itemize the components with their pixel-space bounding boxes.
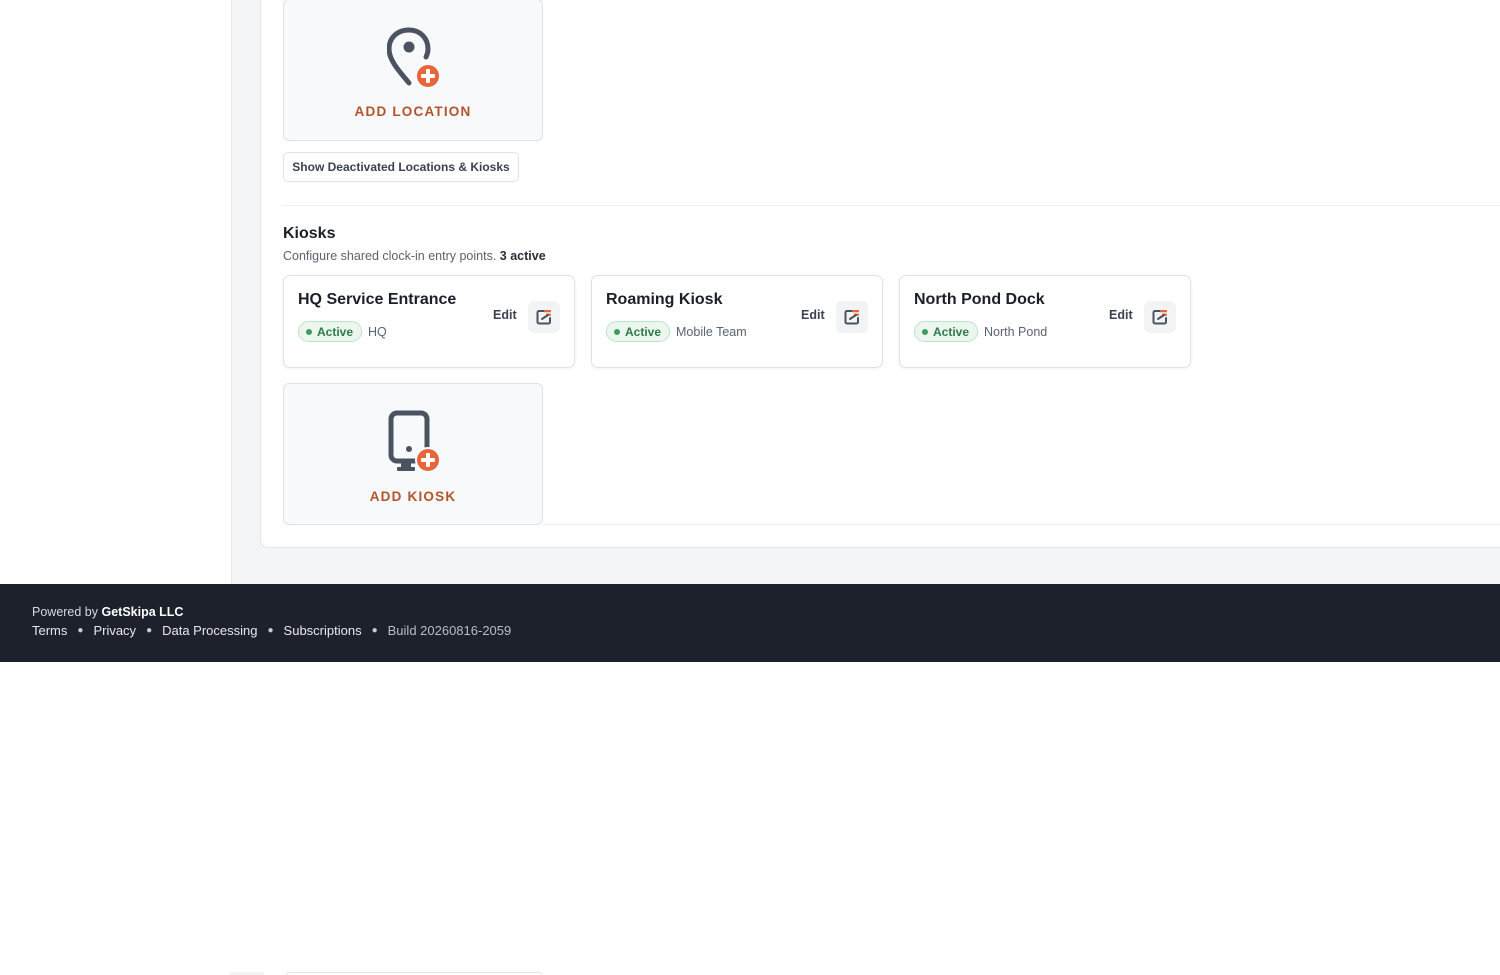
footer-links: Terms ● Privacy ● Data Processing ● Subs… [32, 623, 511, 638]
kiosk-card: North Pond Dock Active North Pond Edit [899, 275, 1191, 368]
kiosk-location: North Pond [984, 325, 1048, 339]
open-kiosk-button[interactable] [836, 301, 868, 333]
tablet-plus-icon [388, 410, 441, 473]
bullet-separator: ● [267, 625, 274, 636]
kiosk-location: HQ [368, 325, 387, 339]
show-deactivated-button[interactable]: Show Deactivated Locations & Kiosks [283, 152, 519, 182]
kiosk-name: Roaming Kiosk [606, 291, 723, 308]
kiosk-card: HQ Service Entrance Active HQ Edit [283, 275, 575, 368]
kiosk-card: Roaming Kiosk Active Mobile Team Edit [591, 275, 883, 368]
footer-link-data-processing[interactable]: Data Processing [162, 623, 257, 638]
section-divider [543, 524, 1500, 525]
status-badge: Active [914, 321, 979, 342]
edit-kiosk-button[interactable]: Edit [801, 308, 825, 322]
company-name: GetSkipa LLC [101, 605, 184, 619]
footer-link-privacy[interactable]: Privacy [93, 623, 136, 638]
powered-by: Powered by GetSkipa LLC [32, 605, 183, 619]
bullet-separator: ● [146, 625, 153, 636]
open-kiosk-button[interactable] [1144, 301, 1176, 333]
kiosks-active-count: 3 active [499, 249, 546, 263]
kiosk-location: Mobile Team [676, 325, 747, 339]
kiosks-subtitle: Configure shared clock-in entry points. … [283, 249, 546, 263]
add-kiosk-label: ADD KIOSK [369, 489, 457, 504]
add-location-card[interactable]: ADD LOCATION [283, 0, 543, 141]
status-label: Active [625, 324, 662, 339]
section-divider [283, 205, 1500, 206]
bullet-separator: ● [77, 625, 84, 636]
powered-by-prefix: Powered by [32, 605, 99, 619]
build-version: Build 20260816-2059 [387, 623, 512, 638]
kiosks-title: Kiosks [283, 225, 336, 242]
add-location-label: ADD LOCATION [354, 104, 472, 119]
status-label: Active [933, 324, 970, 339]
status-dot-icon [614, 328, 620, 335]
status-dot-icon [306, 328, 312, 335]
edit-kiosk-button[interactable]: Edit [493, 308, 517, 322]
open-external-icon [1152, 310, 1167, 325]
footer-link-terms[interactable]: Terms [32, 623, 67, 638]
kiosks-subtitle-text: Configure shared clock-in entry points. [283, 249, 497, 263]
kiosk-name: HQ Service Entrance [298, 291, 457, 308]
footer: Powered by GetSkipa LLC Terms ● Privacy … [0, 584, 1500, 662]
bullet-separator: ● [371, 625, 378, 636]
open-external-icon [536, 310, 551, 325]
edit-kiosk-button[interactable]: Edit [1109, 308, 1133, 322]
footer-link-subscriptions[interactable]: Subscriptions [284, 623, 362, 638]
status-badge: Active [606, 321, 671, 342]
open-external-icon [844, 310, 859, 325]
map-pin-plus-icon [387, 27, 441, 89]
add-kiosk-card[interactable]: ADD KIOSK [283, 383, 543, 525]
sidebar [0, 0, 232, 584]
status-label: Active [317, 324, 354, 339]
status-dot-icon [922, 328, 928, 335]
status-badge: Active [298, 321, 363, 342]
open-kiosk-button[interactable] [528, 301, 560, 333]
kiosk-name: North Pond Dock [914, 291, 1045, 308]
